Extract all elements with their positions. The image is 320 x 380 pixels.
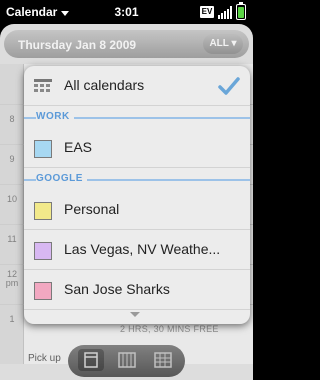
status-bar: Calendar 3:01 EV [0,0,253,24]
menu-item-label: EAS [64,139,93,155]
color-swatch [34,140,52,158]
menu-item-all-calendars[interactable]: All calendars [24,66,250,106]
scroll-more-icon[interactable] [130,312,140,317]
color-swatch [34,202,52,220]
checkmark-icon [218,77,240,95]
menu-item-label: Personal [64,201,120,217]
ev-icon: EV [200,6,214,18]
menu-item-label: San Jose Sharks [64,281,170,297]
menu-item-label: Las Vegas, NV Weathe... [64,241,221,257]
color-swatch [34,242,52,260]
calendar-picker-menu: All calendars WORK EAS GOOGLE Personal L… [24,66,250,324]
clock: 3:01 [114,5,139,19]
menu-item-las-vegas-weather[interactable]: Las Vegas, NV Weathe... [24,230,250,270]
calendar-icon [34,79,52,92]
color-swatch [34,282,52,300]
menu-item-eas[interactable]: EAS [24,128,250,168]
menu-item-san-jose-sharks[interactable]: San Jose Sharks [24,270,250,310]
section-header-google: GOOGLE [24,172,250,186]
signal-icon [218,6,232,19]
menu-item-personal[interactable]: Personal [24,190,250,230]
section-header-work: WORK [24,110,250,124]
battery-icon [236,2,246,20]
section-title: WORK [36,111,74,122]
section-title: GOOGLE [36,173,87,184]
